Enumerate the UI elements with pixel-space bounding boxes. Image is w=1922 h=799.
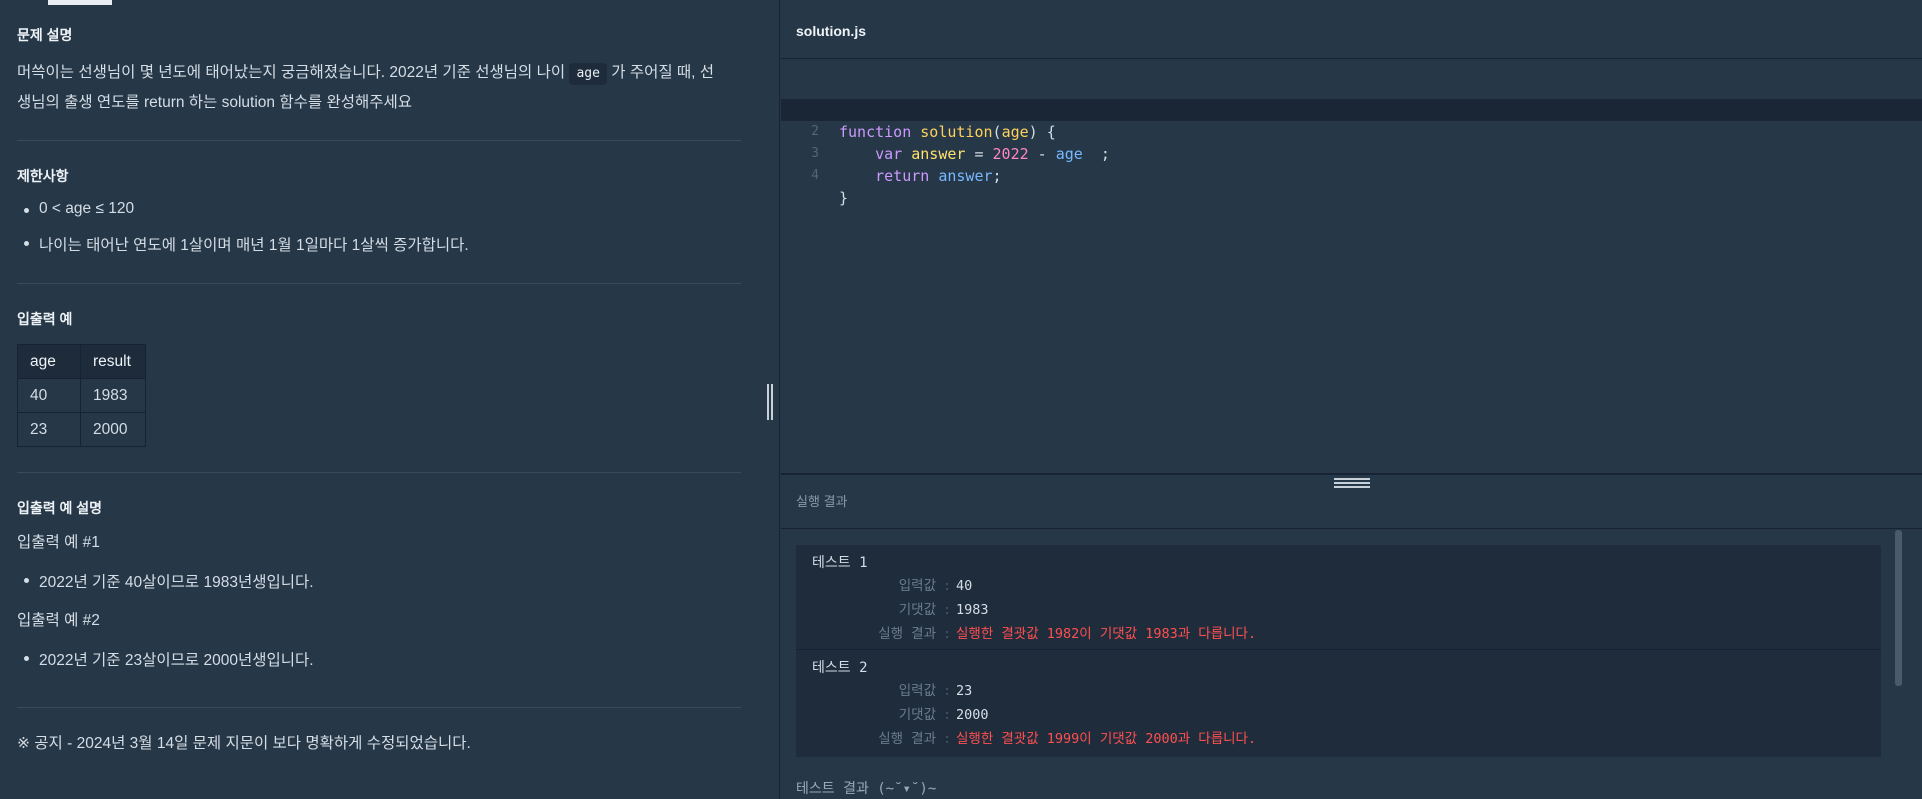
code-text: } (839, 189, 849, 207)
results-scrollbar[interactable] (1895, 530, 1902, 686)
example1-title: 입출력 예 #1 (17, 534, 100, 551)
problem-text-part1: 머쓱이는 선생님이 몇 년도에 태어났는지 궁금해졌습니다. 2022년 기준 … (17, 64, 566, 81)
io-explanation-heading: 입출력 예 설명 (17, 500, 103, 516)
test-expected-row: 기댓값 : 1983 (796, 598, 1881, 622)
code-line-active[interactable]: 2 var answer = 2022 - age ; (781, 99, 1922, 163)
io-example-heading: 입출력 예 (17, 311, 73, 327)
constraints-heading: 제한사항 (17, 168, 69, 184)
io-example-table: age result 40 1983 23 2000 (17, 344, 146, 447)
section-io-example: 입출력 예 age result 40 1983 23 2000 (17, 284, 741, 473)
input-value: 40 (956, 578, 973, 594)
table-row: 23 2000 (17, 412, 146, 447)
code-line[interactable]: 4 } (781, 143, 1922, 207)
table-cell: 23 (17, 412, 81, 447)
example2-item: 2022년 기준 23살이므로 2000년생입니다. (24, 648, 741, 670)
table-cell: 1983 (80, 378, 146, 413)
problem-description-panel: 문제 설명 머쓱이는 선생님이 몇 년도에 태어났는지 궁금해졌습니다. 202… (0, 0, 780, 799)
line-number: 4 (811, 168, 819, 183)
test-results-box: 테스트 1 입력값 : 40 기댓값 : 1983 실행 결과 : 실행한 결괏… (796, 545, 1881, 757)
separator: : (943, 578, 952, 594)
separator: : (943, 731, 952, 747)
test-expected-row: 기댓값 : 2000 (796, 703, 1881, 727)
constraint-item: 나이는 태어난 연도에 1살이며 매년 1월 1일마다 1살씩 증가합니다. (24, 233, 741, 255)
result-error-message: 실행한 결괏값 1999이 기댓값 2000과 다릅니다. (956, 731, 1257, 747)
test-name: 테스트 1 (812, 555, 868, 571)
test-name: 테스트 2 (812, 660, 868, 676)
code-text: return answer; (839, 165, 1002, 187)
section-constraints: 제한사항 0 < age ≤ 120 나이는 태어난 연도에 1살이며 매년 1… (17, 141, 741, 284)
table-header-row: age result (17, 344, 146, 379)
input-label: 입력값 (898, 683, 936, 699)
test-result-row: 실행 결과 : 실행한 결괏값 1982이 기댓값 1983과 다릅니다. (796, 622, 1881, 646)
test-summary: 테스트 결과 (~˘▾˘)~ (796, 781, 937, 797)
input-label: 입력값 (898, 578, 936, 594)
problem-text-part3: 생님의 출생 연도를 return 하는 solution 함수를 완성해주세요 (17, 94, 413, 111)
separator: : (943, 683, 952, 699)
table-cell: 40 (17, 378, 81, 413)
code-line[interactable]: 1 function solution(age) { (781, 77, 1922, 141)
results-header: 실행 결과 (781, 475, 1922, 529)
code-token-identifier: answer (938, 167, 993, 185)
section-problem: 문제 설명 머쓱이는 선생님이 몇 년도에 태어났는지 궁금해졌습니다. 202… (17, 0, 741, 141)
editor-panel: solution.js 1 function solution(age) { 2… (781, 0, 1922, 799)
test-case-2: 테스트 2 입력값 : 23 기댓값 : 2000 실행 결과 : 실행한 결괏… (796, 649, 1881, 753)
input-value: 23 (956, 683, 973, 699)
section-io-explanation: 입출력 예 설명 입출력 예 #1 2022년 기준 40살이므로 1983년생… (17, 473, 741, 708)
description-content: 문제 설명 머쓱이는 선생님이 몇 년도에 태어났는지 궁금해졌습니다. 202… (17, 0, 741, 759)
separator: : (943, 602, 952, 618)
expected-value: 2000 (956, 707, 989, 723)
expected-label: 기댓값 (898, 707, 936, 723)
code-line[interactable]: 3 return answer; (781, 121, 1922, 185)
example2-title: 입출력 예 #2 (17, 612, 100, 629)
notice-text: ※ 공지 - 2024년 3월 14일 문제 지문이 보다 명확하게 수정되었습… (17, 735, 471, 752)
table-row: 40 1983 (17, 378, 146, 413)
code-token-punct: ; (992, 167, 1002, 185)
panel-resize-handle[interactable] (767, 384, 777, 420)
test-input-row: 입력값 : 23 (796, 679, 1881, 703)
expected-value: 1983 (956, 602, 989, 618)
example2-list: 2022년 기준 23살이므로 2000년생입니다. (17, 648, 741, 670)
problem-text: 머쓱이는 선생님이 몇 년도에 태어났는지 궁금해졌습니다. 2022년 기준 … (17, 58, 741, 118)
constraint-item: 0 < age ≤ 120 (24, 200, 741, 233)
file-name[interactable]: solution.js (796, 23, 866, 39)
separator: : (943, 707, 952, 723)
example1-list: 2022년 기준 40살이므로 1983년생입니다. (17, 570, 741, 592)
test-case-1: 테스트 1 입력값 : 40 기댓값 : 1983 실행 결과 : 실행한 결괏… (796, 545, 1881, 649)
separator: : (943, 626, 952, 642)
column-header-age: age (17, 344, 81, 379)
inline-code-age: age (569, 63, 607, 85)
results-title: 실행 결과 (796, 494, 848, 509)
column-header-result: result (80, 344, 146, 379)
table-cell: 2000 (80, 412, 146, 447)
example1-item: 2022년 기준 40살이므로 1983년생입니다. (24, 570, 741, 592)
editor-file-tab-bar: solution.js (781, 0, 1922, 59)
test-result-row: 실행 결과 : 실행한 결괏값 1999이 기댓값 2000과 다릅니다. (796, 727, 1881, 751)
result-label: 실행 결과 (878, 731, 936, 747)
test-input-row: 입력값 : 40 (796, 574, 1881, 598)
code-editor[interactable]: 1 function solution(age) { 2 var answer … (781, 59, 1922, 473)
constraints-list: 0 < age ≤ 120 나이는 태어난 연도에 1살이며 매년 1월 1일마… (17, 200, 741, 255)
code-token-keyword: return (875, 167, 930, 185)
result-label: 실행 결과 (878, 626, 936, 642)
problem-heading: 문제 설명 (17, 27, 73, 43)
problem-text-part2: 가 주어질 때, 선 (611, 64, 715, 81)
expected-label: 기댓값 (898, 602, 936, 618)
result-error-message: 실행한 결괏값 1982이 기댓값 1983과 다릅니다. (956, 626, 1257, 642)
